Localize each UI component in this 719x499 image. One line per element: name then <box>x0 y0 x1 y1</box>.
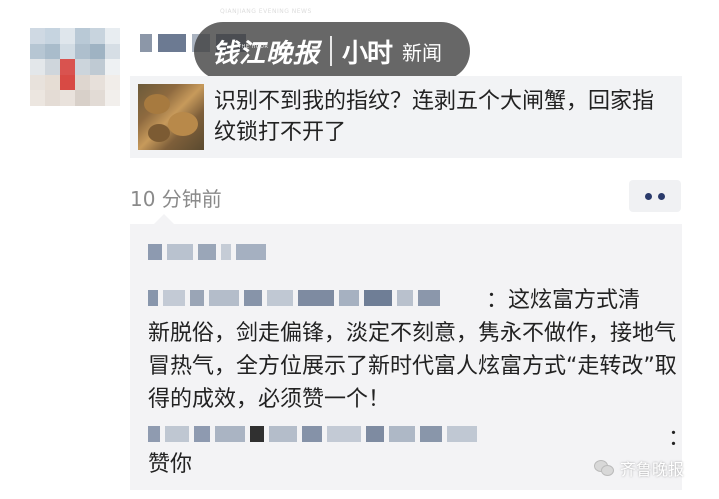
reply-text: 赞你 <box>148 452 193 477</box>
avatar[interactable] <box>30 28 120 106</box>
wechat-icon <box>594 460 614 476</box>
comment-section: ：这炫富方式清 新脱俗，剑走偏锋，淡定不刻意，隽永不做作，接地气冒热气，全方位展… <box>130 214 690 490</box>
qianjiang-watermark: 钱江晚报 小时 新闻 <box>194 22 470 80</box>
post-time: 10 分钟前 <box>130 187 222 211</box>
likes-blurred <box>148 244 266 260</box>
watermark-main-text: 钱江晚报 <box>212 38 321 69</box>
qilu-watermark-text: 齐鲁晚报 <box>620 460 685 479</box>
watermark-separator <box>330 36 333 66</box>
qilu-watermark: 齐鲁晚报 <box>594 456 684 480</box>
dot-icon <box>658 192 665 200</box>
reply-colon: ： <box>668 426 691 451</box>
comment-rest: 新脱俗，剑走偏锋，淡定不刻意，隽永不做作，接地气冒热气，全方位展示了新时代富人炫… <box>148 321 677 412</box>
more-options-button[interactable] <box>629 180 681 212</box>
crab-thumbnail <box>138 84 204 150</box>
watermark-news-text: 新闻 <box>402 40 443 65</box>
comment-first-line: ：这炫富方式清 <box>486 288 641 313</box>
reply-names-blurred[interactable] <box>148 426 477 442</box>
watermark-hour-text: 小时 <box>342 38 393 69</box>
link-title: 识别不到我的指纹？连剥五个大闸蟹，回家指纹锁打不开了 <box>214 89 655 145</box>
watermark-sub-text: THE HOUR <box>238 44 269 50</box>
comment-text: ：这炫富方式清 新脱俗，剑走偏锋，淡定不刻意，隽永不做作，接地气冒热气，全方位展… <box>148 284 678 416</box>
dot-icon <box>645 192 652 200</box>
watermark-small-text: QIANJIANG EVENING NEWS <box>220 8 312 15</box>
shared-link-card[interactable]: 识别不到我的指纹？连剥五个大闸蟹，回家指纹锁打不开了 <box>130 76 682 158</box>
